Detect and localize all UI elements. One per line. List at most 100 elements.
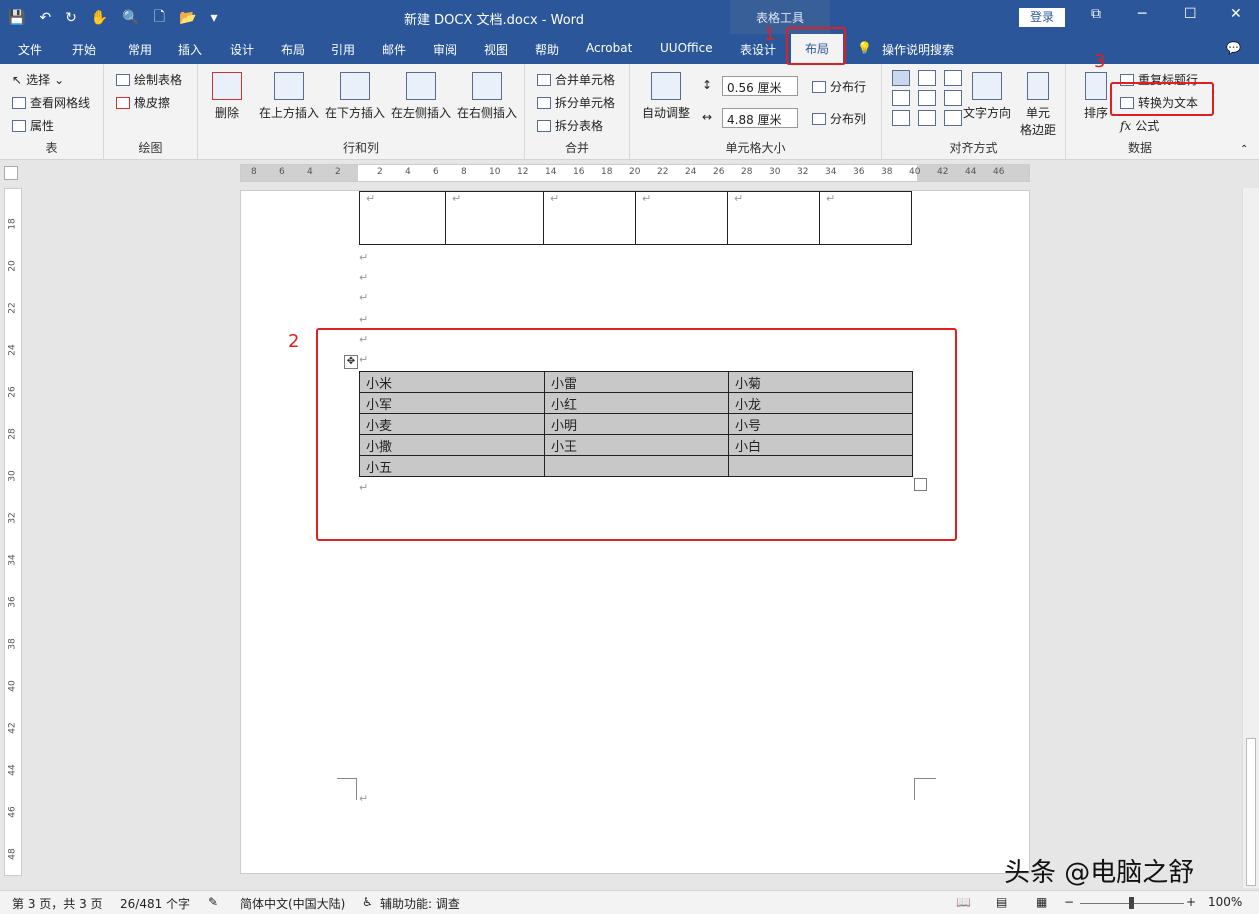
tab-references[interactable]: 引用 xyxy=(331,41,355,58)
cell-margins-button[interactable]: 单元 格边距 xyxy=(1016,72,1060,138)
align-bottom-center-icon[interactable] xyxy=(918,110,936,126)
accessibility-status[interactable]: 辅助功能: 调查 xyxy=(380,895,460,912)
page-count[interactable]: 第 3 页，共 3 页 xyxy=(12,895,103,912)
sort-button[interactable]: 排序 xyxy=(1078,72,1114,121)
properties-icon xyxy=(12,119,26,132)
word-count[interactable]: 26/481 个字 xyxy=(120,895,190,912)
tab-uuoffice[interactable]: UUOffice xyxy=(660,41,713,55)
tab-home[interactable]: 开始 xyxy=(72,41,96,58)
ribbon-display-icon[interactable]: ⧉ xyxy=(1091,6,1101,22)
ruler-tick-label: 30 xyxy=(7,470,18,482)
horizontal-ruler[interactable]: 8 6 4 2 2 4 6 8 10 12 14 16 18 20 22 24 26 28 30 32 34 36 38 40… xyxy=(240,164,1030,182)
table-cell[interactable]: ↵ xyxy=(635,191,728,245)
insert-right-icon xyxy=(472,72,502,100)
undo-icon[interactable]: ↶ xyxy=(39,10,51,26)
table-cell[interactable]: ↵ xyxy=(727,191,820,245)
web-layout-icon[interactable]: ▦ xyxy=(1036,895,1047,909)
group-label: 行和列 xyxy=(342,141,379,155)
tab-page-layout[interactable]: 布局 xyxy=(281,41,305,58)
properties-button[interactable]: 属性 xyxy=(12,117,54,134)
annotation-box-3 xyxy=(1110,82,1214,116)
distribute-columns-button[interactable]: 分布列 xyxy=(812,110,866,127)
table-cell[interactable]: ↵ xyxy=(445,191,544,245)
scrollbar-thumb[interactable] xyxy=(1246,738,1256,886)
draw-table-button[interactable]: 绘制表格 xyxy=(116,71,182,88)
tab-file[interactable]: 文件 xyxy=(18,41,42,58)
login-button[interactable]: 登录 xyxy=(1019,8,1065,27)
group-cell-size: 自动调整 ↕ 0.56 厘米 ↔ 4.88 厘米 分布行 分布列 单元格大小 xyxy=(630,64,882,160)
vertical-scrollbar[interactable] xyxy=(1242,188,1259,888)
align-middle-center-icon[interactable] xyxy=(918,90,936,106)
tab-review[interactable]: 审阅 xyxy=(433,41,457,58)
delete-table-icon xyxy=(212,72,242,100)
align-middle-right-icon[interactable] xyxy=(944,90,962,106)
autofit-button[interactable]: 自动调整 xyxy=(638,72,694,121)
text-direction-button[interactable]: 文字方向 xyxy=(962,72,1012,121)
insert-left-button[interactable]: 在左侧插入 xyxy=(388,72,454,121)
ruler-tick-label: 20 xyxy=(7,260,18,272)
ruler-tick-label: 4 xyxy=(307,167,313,177)
ruler-tick-label: 22 xyxy=(657,167,669,177)
formula-button[interactable]: fx 公式 xyxy=(1120,117,1159,134)
table-cell[interactable]: ↵ xyxy=(359,191,446,245)
table-cell[interactable]: ↵ xyxy=(543,191,636,245)
table-cell[interactable]: ↵ xyxy=(819,191,912,245)
delete-button[interactable]: 删除 xyxy=(210,72,244,121)
insert-below-button[interactable]: 在下方插入 xyxy=(322,72,388,121)
align-top-center-icon[interactable] xyxy=(918,70,936,86)
align-top-right-icon[interactable] xyxy=(944,70,962,86)
tab-view[interactable]: 视图 xyxy=(484,41,508,58)
comments-icon[interactable]: 💬 xyxy=(1226,41,1241,55)
text-direction-icon xyxy=(972,72,1002,100)
ruler-tick-label: 26 xyxy=(713,167,725,177)
vertical-ruler[interactable]: 18 20 22 24 26 28 30 32 34 36 38 40 42 44 46 48 xyxy=(4,188,22,876)
align-bottom-right-icon[interactable] xyxy=(944,110,962,126)
tab-help[interactable]: 帮助 xyxy=(535,41,559,58)
maximize-icon[interactable]: ☐ xyxy=(1184,6,1197,22)
zoom-in-icon[interactable]: + xyxy=(1186,895,1196,909)
view-gridlines-button[interactable]: 查看网格线 xyxy=(12,94,90,111)
zoom-out-icon[interactable]: − xyxy=(1064,895,1074,909)
table-top[interactable]: ↵ ↵ ↵ ↵ ↵ ↵ xyxy=(359,191,912,245)
merge-cells-button[interactable]: 合并单元格 xyxy=(537,71,615,88)
row-height-input[interactable]: 0.56 厘米 xyxy=(722,76,798,96)
split-cells-button[interactable]: 拆分单元格 xyxy=(537,94,615,111)
eraser-button[interactable]: 橡皮擦 xyxy=(116,94,170,111)
tell-me-search[interactable]: 操作说明搜索 xyxy=(882,41,954,58)
redo-icon[interactable]: ↻ xyxy=(65,10,77,26)
collapse-ribbon-icon[interactable]: ⌃ xyxy=(1240,144,1248,155)
tab-design[interactable]: 设计 xyxy=(230,41,254,58)
alignment-grid xyxy=(892,70,966,126)
align-middle-left-icon[interactable] xyxy=(892,90,910,106)
split-table-button[interactable]: 拆分表格 xyxy=(537,117,603,134)
tab-selector[interactable] xyxy=(4,166,18,180)
new-doc-icon[interactable]: 🗋 xyxy=(154,6,165,30)
minimize-icon[interactable]: ─ xyxy=(1138,6,1146,22)
save-icon[interactable]: 💾 xyxy=(8,10,25,26)
touch-mode-icon[interactable]: ✋ xyxy=(91,10,108,26)
align-bottom-left-icon[interactable] xyxy=(892,110,910,126)
tab-insert[interactable]: 插入 xyxy=(178,41,202,58)
proofing-icon[interactable]: ✎ xyxy=(208,895,218,909)
language-indicator[interactable]: 简体中文(中国大陆) xyxy=(240,895,345,912)
tab-common[interactable]: 常用 xyxy=(128,41,152,58)
zoom-level[interactable]: 100% xyxy=(1208,895,1242,909)
distribute-rows-icon xyxy=(812,80,826,93)
insert-above-button[interactable]: 在上方插入 xyxy=(256,72,322,121)
distribute-rows-button[interactable]: 分布行 xyxy=(812,78,866,95)
zoom-slider-thumb[interactable] xyxy=(1129,897,1134,909)
print-preview-icon[interactable]: 🔍 xyxy=(122,10,139,26)
column-width-input[interactable]: 4.88 厘米 xyxy=(722,108,798,128)
align-top-left-icon[interactable] xyxy=(892,70,910,86)
ruler-tick-label: 14 xyxy=(545,167,557,177)
select-button[interactable]: ↖ 选择 ⌄ xyxy=(12,71,64,88)
insert-right-button[interactable]: 在右侧插入 xyxy=(454,72,520,121)
read-mode-icon[interactable]: 📖 xyxy=(956,895,971,909)
open-folder-icon[interactable]: 📂 xyxy=(179,10,196,26)
ruler-tick-label: 6 xyxy=(279,167,285,177)
customize-qat-icon[interactable]: ▾ xyxy=(210,10,217,26)
tab-mailings[interactable]: 邮件 xyxy=(382,41,406,58)
tab-acrobat[interactable]: Acrobat xyxy=(586,41,632,55)
close-icon[interactable]: ✕ xyxy=(1230,6,1242,22)
print-layout-icon[interactable]: ▤ xyxy=(996,895,1007,909)
